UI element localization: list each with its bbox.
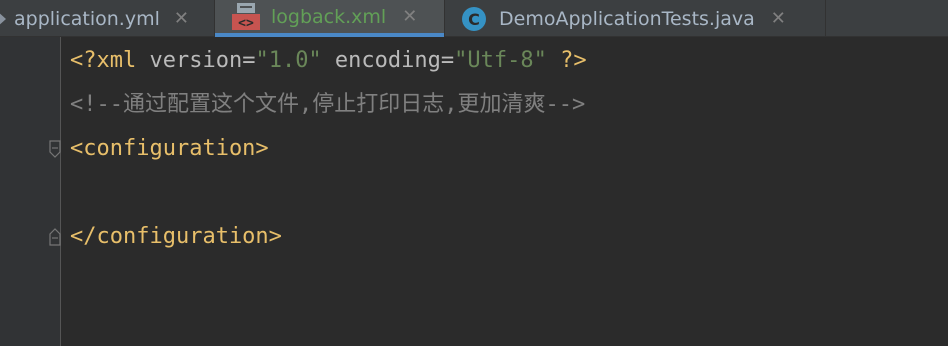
tab-label: DemoApplicationTests.java bbox=[499, 7, 755, 30]
svg-text:C: C bbox=[468, 10, 480, 29]
editor-gutter bbox=[0, 37, 60, 346]
tab-application-yml[interactable]: application.yml ✕ bbox=[0, 0, 212, 37]
attr-version: version bbox=[136, 48, 243, 73]
equals-sign: = bbox=[242, 48, 256, 73]
code-line-configuration-open[interactable]: <configuration> bbox=[70, 134, 269, 164]
tab-divider bbox=[825, 0, 826, 37]
tab-logback-xml[interactable]: <> logback.xml ✕ bbox=[215, 0, 444, 37]
attr-version-value: "1.0" bbox=[255, 48, 322, 73]
code-line-configuration-close[interactable]: </configuration> bbox=[70, 222, 282, 252]
xml-declaration-close: ?> bbox=[546, 48, 587, 73]
svg-text:<>: <> bbox=[238, 16, 254, 31]
close-icon[interactable]: ✕ bbox=[771, 9, 786, 28]
close-icon[interactable]: ✕ bbox=[174, 9, 189, 28]
gutter-divider bbox=[60, 37, 61, 346]
tab-label: application.yml bbox=[14, 7, 160, 30]
fold-open-icon[interactable] bbox=[48, 140, 62, 158]
editor-tab-bar: application.yml ✕ <> logback.xml ✕ C Dem… bbox=[0, 0, 948, 37]
class-file-icon: C bbox=[462, 6, 486, 31]
equals-sign: = bbox=[440, 48, 455, 73]
close-icon[interactable]: ✕ bbox=[402, 7, 417, 26]
attr-encoding: encoding bbox=[321, 48, 441, 73]
ide-window: application.yml ✕ <> logback.xml ✕ C Dem… bbox=[0, 0, 948, 346]
code-line-xml-declaration[interactable]: <?xml version="1.0" encoding="Utf-8" ?> bbox=[70, 46, 587, 76]
yml-file-icon bbox=[0, 13, 6, 24]
attr-encoding-value: "Utf-8" bbox=[454, 48, 547, 73]
tab-demo-application-tests-java[interactable]: C DemoApplicationTests.java ✕ bbox=[445, 0, 825, 37]
fold-close-icon[interactable] bbox=[48, 228, 62, 246]
code-line-comment[interactable]: <!--通过配置这个文件,停止打印日志,更加清爽--> bbox=[70, 90, 585, 120]
xml-declaration-open: <?xml bbox=[70, 48, 137, 73]
xml-file-icon: <> bbox=[232, 2, 260, 31]
tab-label: logback.xml bbox=[271, 5, 387, 28]
